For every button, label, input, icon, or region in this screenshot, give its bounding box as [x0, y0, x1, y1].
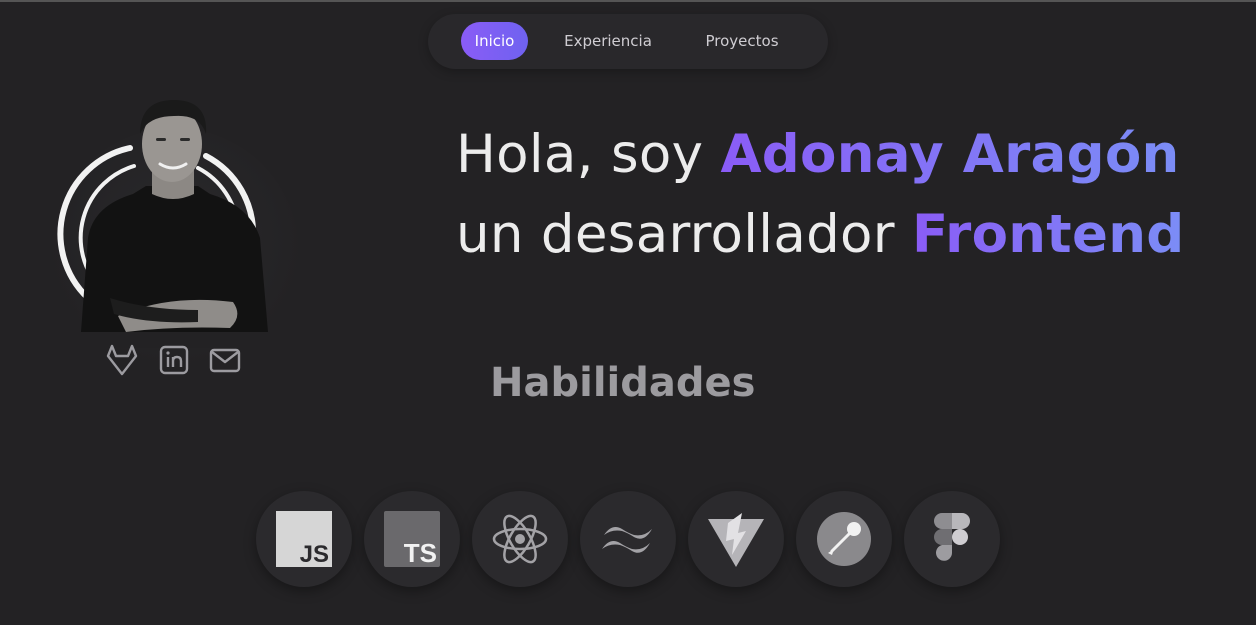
skill-javascript: JS — [256, 491, 352, 587]
gitlab-link[interactable] — [104, 342, 140, 378]
hero-name: Adonay Aragón — [720, 124, 1180, 185]
nav-item-proyectos[interactable]: Proyectos — [688, 22, 796, 60]
svg-text:TS: TS — [404, 538, 437, 568]
main-nav: Inicio Experiencia Proyectos — [428, 14, 828, 69]
window-top-border — [0, 0, 1256, 2]
hero-line-1: Hola, soy Adonay Aragón — [456, 115, 1236, 195]
postman-icon — [817, 512, 871, 566]
skill-vite — [688, 491, 784, 587]
hero-role: Frontend — [912, 204, 1185, 265]
skill-figma — [904, 491, 1000, 587]
avatar-portrait — [57, 100, 278, 348]
nav-item-experiencia[interactable]: Experiencia — [550, 22, 666, 60]
vite-icon — [708, 513, 764, 567]
skill-postman — [796, 491, 892, 587]
figma-icon — [934, 513, 970, 561]
skill-tailwind — [580, 491, 676, 587]
tailwind-icon — [602, 527, 652, 553]
skill-react — [472, 491, 568, 587]
typescript-icon: TS — [384, 511, 440, 568]
hero-heading: Hola, soy Adonay Aragón un desarrollador… — [456, 115, 1236, 275]
svg-text:JS: JS — [300, 541, 329, 568]
skill-typescript: TS — [364, 491, 460, 587]
mail-icon — [209, 348, 241, 373]
linkedin-icon — [159, 345, 189, 375]
hero-role-prefix: un desarrollador — [456, 204, 913, 265]
nav-item-inicio[interactable]: Inicio — [461, 22, 528, 60]
skills-title: Habilidades — [490, 360, 756, 406]
hero-line-2: un desarrollador Frontend — [456, 195, 1236, 275]
linkedin-link[interactable] — [156, 342, 192, 378]
react-icon — [492, 514, 548, 564]
javascript-icon: JS — [276, 511, 332, 568]
mail-link[interactable] — [207, 342, 243, 378]
social-links — [104, 342, 246, 380]
gitlab-icon — [106, 344, 138, 376]
hero-greeting: Hola, soy — [456, 124, 721, 185]
